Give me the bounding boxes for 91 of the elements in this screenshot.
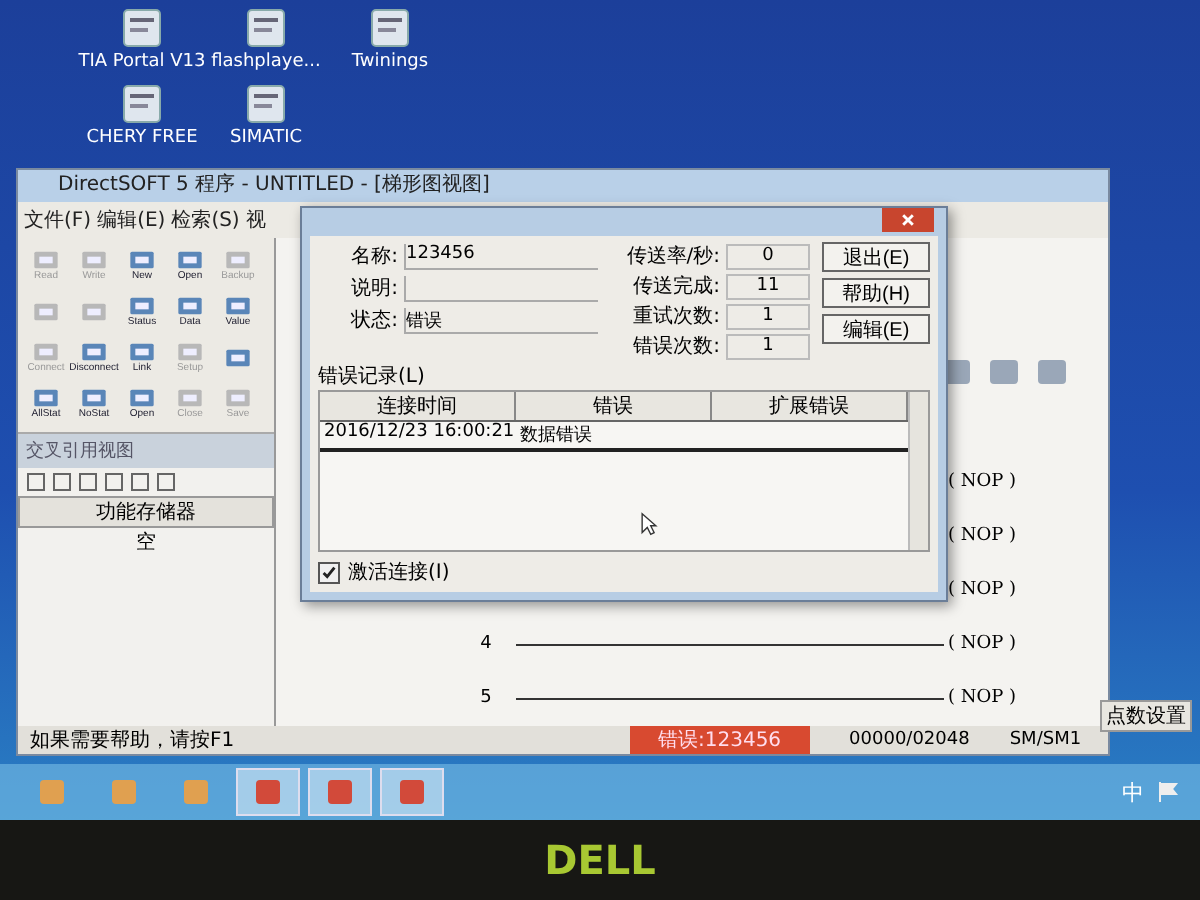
app-icon bbox=[324, 776, 356, 808]
toolbar-icon bbox=[80, 387, 108, 407]
memory-indicator: SM/SM1 bbox=[1009, 730, 1082, 750]
stat-label: 重试次数: bbox=[631, 303, 720, 330]
menu-item[interactable]: 视 bbox=[245, 206, 266, 234]
desktop-icon-label[interactable]: flashplaye... bbox=[211, 52, 321, 72]
menu-item[interactable]: 文件(F) bbox=[24, 206, 92, 234]
checkbox-label[interactable]: 激活连接(I) bbox=[348, 558, 450, 586]
toolbar-icon[interactable] bbox=[1036, 358, 1068, 386]
toolbar-icon bbox=[80, 341, 108, 361]
desktop-icon-label[interactable]: CHERY FREE bbox=[86, 128, 198, 148]
stat-label: 错误次数: bbox=[631, 334, 720, 360]
application-icon[interactable] bbox=[118, 4, 166, 52]
column-header[interactable]: 错误 bbox=[516, 392, 712, 420]
toolbar-icon bbox=[32, 387, 60, 407]
tooltip: 点数设置 bbox=[1100, 700, 1192, 732]
stat-value: 11 bbox=[726, 273, 810, 299]
error-indicator: 错误:123456 bbox=[630, 726, 810, 754]
flag-icon[interactable] bbox=[1156, 780, 1180, 804]
menu-item[interactable]: 检索(S) bbox=[171, 206, 240, 234]
toolbar-icon bbox=[176, 295, 204, 315]
toolbar-icon bbox=[32, 302, 60, 322]
rung-number: 5 bbox=[478, 688, 494, 708]
application-icon[interactable] bbox=[242, 80, 290, 128]
menu-item[interactable]: 编辑(E) bbox=[97, 206, 166, 234]
field-label: 状态: bbox=[349, 307, 398, 334]
app-icon bbox=[252, 776, 284, 808]
toolbar-icon bbox=[128, 387, 156, 407]
dialog-button[interactable]: 帮助(H) bbox=[822, 278, 930, 308]
desktop-icon-label[interactable]: TIA Portal V13 bbox=[78, 52, 206, 72]
toolbar-icon bbox=[176, 387, 204, 407]
toolbar-icon bbox=[224, 249, 252, 269]
toolbar-icon bbox=[176, 249, 204, 269]
toolbar-icon[interactable] bbox=[988, 358, 1020, 386]
toolbar-icon bbox=[128, 249, 156, 269]
address-indicator: 00000/02048 bbox=[849, 730, 970, 750]
taskbar-button[interactable] bbox=[380, 768, 444, 816]
taskbar-button[interactable] bbox=[236, 768, 300, 816]
app-icon bbox=[108, 776, 140, 808]
table-row[interactable]: 2016/12/23 16:00:21 数据错误 bbox=[320, 422, 908, 452]
toolbar-icon bbox=[32, 249, 60, 269]
desktop-icon-label[interactable]: SIMATIC bbox=[229, 128, 303, 148]
field-label: 说明: bbox=[349, 276, 398, 302]
toolbar-icon bbox=[128, 295, 156, 315]
toolbar-icon bbox=[80, 249, 108, 269]
rung-number: 4 bbox=[478, 634, 494, 654]
application-icon[interactable] bbox=[242, 4, 290, 52]
stat-value: 1 bbox=[726, 303, 810, 329]
application-icon[interactable] bbox=[118, 80, 166, 128]
check-icon bbox=[320, 563, 338, 581]
coil-instruction: ( NOP ) bbox=[946, 526, 1019, 546]
coil-instruction: ( NOP ) bbox=[946, 634, 1019, 654]
dialog-button[interactable]: 退出(E) bbox=[822, 242, 930, 272]
coil-instruction: ( NOP ) bbox=[946, 472, 1019, 492]
app-icon bbox=[36, 776, 68, 808]
toolbar-icon bbox=[80, 302, 108, 322]
panel-title: 交叉引用视图 bbox=[18, 434, 274, 468]
brand-logo: DELL bbox=[544, 836, 656, 884]
column-header[interactable]: 连接时间 bbox=[320, 392, 516, 420]
close-icon bbox=[900, 212, 916, 228]
stat-label: 传送完成: bbox=[631, 273, 720, 300]
checkbox[interactable] bbox=[318, 561, 340, 583]
dialog-button[interactable]: 编辑(E) bbox=[822, 314, 930, 344]
toolbar-icon bbox=[32, 341, 60, 361]
taskbar-button[interactable] bbox=[308, 768, 372, 816]
close-button[interactable] bbox=[882, 208, 934, 232]
mouse-cursor-icon bbox=[640, 512, 658, 536]
toolbar-icon bbox=[224, 295, 252, 315]
stat-value: 1 bbox=[726, 333, 810, 359]
application-icon[interactable] bbox=[366, 4, 414, 52]
stat-label: 传送率/秒: bbox=[624, 243, 720, 270]
toolbar-icon bbox=[224, 348, 252, 368]
coil-instruction: ( NOP ) bbox=[946, 688, 1019, 708]
status-text: 如果需要帮助，请按F1 bbox=[30, 727, 237, 754]
table-cell-text: 空 bbox=[134, 529, 158, 556]
field-label: 名称: bbox=[349, 244, 398, 270]
toolbar-icon bbox=[176, 341, 204, 361]
text-field[interactable]: 123456 bbox=[404, 243, 598, 269]
text-field[interactable] bbox=[404, 275, 598, 301]
stat-value: 0 bbox=[726, 243, 810, 269]
app-icon bbox=[180, 776, 212, 808]
text-field[interactable]: 错误 bbox=[404, 307, 598, 333]
desktop-icon-label[interactable]: Twinings bbox=[351, 52, 429, 72]
section-label: 错误记录(L) bbox=[318, 364, 427, 390]
toolbar-icon bbox=[224, 387, 252, 407]
column-header[interactable]: 功能存储器 bbox=[18, 496, 274, 528]
app-icon bbox=[396, 776, 428, 808]
scrollbar[interactable] bbox=[908, 392, 928, 550]
window-title: DirectSOFT 5 程序 - UNTITLED - [梯形图视图] bbox=[18, 170, 1108, 202]
toolbar-icon bbox=[128, 341, 156, 361]
coil-instruction: ( NOP ) bbox=[946, 580, 1019, 600]
